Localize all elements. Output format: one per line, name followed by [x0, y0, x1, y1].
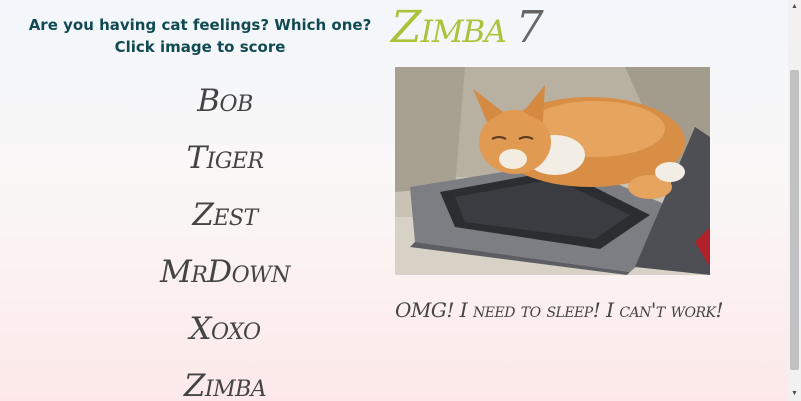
cat-option-zimba[interactable]: Zimba — [130, 363, 320, 401]
vertical-scrollbar[interactable]: ▲ ▼ — [788, 0, 801, 401]
current-cat-name: Zimba — [391, 2, 507, 53]
cat-caption: OMG! I need to sleep! I can't work! — [395, 298, 724, 322]
score-value: 7 — [515, 2, 544, 53]
cat-option-tiger[interactable]: Tiger — [130, 135, 320, 192]
cat-photo[interactable] — [395, 67, 710, 275]
triangle-down-icon[interactable]: ▼ — [788, 387, 801, 401]
cat-option-bob[interactable]: Bob — [130, 78, 320, 135]
current-cat-title: Zimba 7 — [391, 2, 544, 53]
instructions-text: Are you having cat feelings? Which one? … — [28, 16, 372, 56]
scrollbar-thumb[interactable] — [790, 70, 799, 370]
cat-photo-illustration — [395, 67, 710, 275]
page: Are you having cat feelings? Which one? … — [0, 0, 788, 401]
cat-list: Bob Tiger Zest MrDown Xoxo Zimba — [130, 78, 320, 401]
cat-option-zest[interactable]: Zest — [130, 192, 320, 249]
triangle-up-icon[interactable]: ▲ — [788, 0, 801, 14]
cat-option-mrdown[interactable]: MrDown — [130, 249, 320, 306]
cat-option-xoxo[interactable]: Xoxo — [130, 306, 320, 363]
